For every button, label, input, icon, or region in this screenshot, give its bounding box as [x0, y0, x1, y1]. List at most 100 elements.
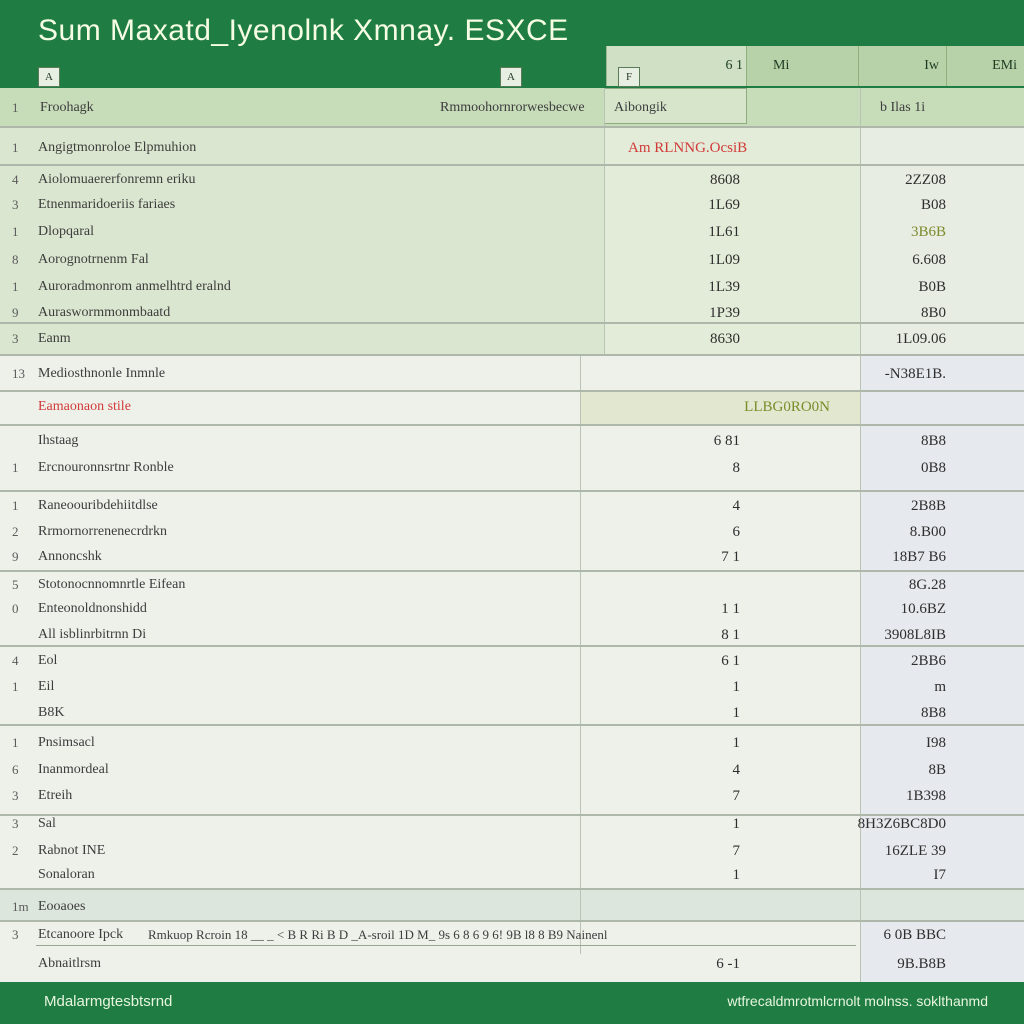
row-value-2[interactable]: 8B8 — [921, 705, 946, 722]
row-number: 0 — [12, 601, 19, 616]
row-value-1[interactable]: Am RLNNG.OcsiB — [628, 140, 747, 157]
row-value-2[interactable]: I98 — [926, 735, 946, 752]
format-box[interactable]: F — [618, 67, 640, 87]
row-label[interactable]: Auroradmonrom anmelhtrd eralnd — [38, 279, 231, 295]
row-long-text[interactable]: Rmkuop Rcroin 18 __ _ < B R Ri B D _A-sr… — [148, 927, 607, 943]
row-value-1[interactable]: 1L39 — [708, 279, 740, 296]
row-label[interactable]: Aiolomuaererfonremn eriku — [38, 172, 195, 188]
row-label[interactable]: Abnaitlrsm — [38, 956, 101, 972]
column-header-iw[interactable]: Iw — [858, 46, 947, 86]
row-value-1[interactable]: 1 — [733, 816, 741, 833]
row-label[interactable]: All isblinrbitrnn Di — [38, 627, 146, 643]
row-label[interactable]: Angigtmonroloe Elpmuhion — [38, 140, 196, 156]
row-value-2[interactable]: B0B — [918, 279, 946, 296]
row-separator — [0, 322, 1024, 324]
row-value-2[interactable]: 0B8 — [921, 460, 946, 477]
row-value-1[interactable]: 6 -1 — [716, 956, 740, 973]
row-value-2[interactable]: 10.6BZ — [901, 601, 946, 618]
row-value-1[interactable]: 1 — [733, 867, 741, 884]
row-value-1[interactable]: 6 81 — [714, 433, 740, 450]
row-value-2[interactable]: 8B0 — [921, 305, 946, 322]
row-value-1[interactable]: 1 — [733, 679, 741, 696]
row-value-2[interactable]: I7 — [934, 867, 947, 884]
filter-box[interactable]: A — [500, 67, 522, 87]
row-value-2[interactable]: 6.608 — [912, 252, 946, 269]
row-value-2[interactable]: 2BB6 — [911, 653, 946, 670]
row-value-1[interactable]: 1L61 — [708, 224, 740, 241]
row-label[interactable]: Enteonoldnonshidd — [38, 601, 147, 617]
row-label[interactable]: Eanm — [38, 331, 71, 347]
row-label[interactable]: Eil — [38, 679, 54, 695]
row-value-2[interactable]: 8H3Z6BC8D0 — [858, 816, 946, 833]
row-label[interactable]: Pnsimsacl — [38, 735, 95, 751]
select-all-box[interactable]: A — [38, 67, 60, 87]
row-label[interactable]: Raneoouribdehiitdlse — [38, 498, 158, 514]
row-value-2[interactable]: 16ZLE 39 — [885, 843, 946, 860]
row-number: 9 — [12, 305, 19, 320]
row-label[interactable]: Dlopqaral — [38, 224, 94, 240]
row-label[interactable]: Rabnot INE — [38, 843, 105, 859]
row-label[interactable]: Annoncshk — [38, 549, 102, 565]
row-value-2[interactable]: 6 0B BBC — [883, 927, 946, 944]
status-right-text: wtfrecaldmrotmlcrnolt molnss. soklthanmd — [727, 993, 988, 1009]
row-label[interactable]: Stotonocnnomnrtle Eifean — [38, 577, 185, 593]
row-value-1[interactable]: 7 1 — [721, 549, 740, 566]
row-value-2[interactable]: 1B398 — [906, 788, 946, 805]
row-label[interactable]: B8K — [38, 705, 64, 721]
column-header-emi[interactable]: EMi — [946, 46, 1024, 86]
row-value-2[interactable]: -N38E1B. — [885, 366, 946, 383]
row-value-1[interactable]: 1 1 — [721, 601, 740, 618]
row-value-1[interactable]: 6 1 — [721, 653, 740, 670]
filter-label: A — [507, 71, 515, 83]
row-value-2[interactable]: 1L09.06 — [896, 331, 946, 348]
row-value-1[interactable]: 1 — [733, 705, 741, 722]
row-label[interactable]: Eamaonaon stile — [38, 399, 131, 415]
row-number: 1 — [12, 498, 19, 513]
row-label[interactable]: Auraswormmonmbaatd — [38, 305, 170, 321]
row-value-1[interactable]: 1L09 — [708, 252, 740, 269]
row-label[interactable]: Etreih — [38, 788, 72, 804]
row-label[interactable]: Etnenmaridoeriis fariaes — [38, 197, 175, 213]
row-value-2[interactable]: 18B7 B6 — [892, 549, 946, 566]
row-value-1[interactable]: 4 — [733, 762, 741, 779]
row-value-2[interactable]: 9B.B8B — [897, 956, 946, 973]
row-value-1[interactable]: 8 — [733, 460, 741, 477]
row-value-1[interactable]: 6 — [733, 524, 741, 541]
row-value-1[interactable]: 1 — [733, 735, 741, 752]
header-row-label: Froohagk — [40, 100, 94, 115]
row-value-1[interactable]: 1P39 — [709, 305, 740, 322]
row-label[interactable]: Mediosthnonle Inmnle — [38, 366, 165, 382]
row-number: 3 — [12, 331, 19, 346]
row-value-2[interactable]: 8B — [928, 762, 946, 779]
row-value-2[interactable]: 3B6B — [911, 224, 946, 241]
row-value-1[interactable]: 1L69 — [708, 197, 740, 214]
row-label[interactable]: Ercnouronnsrtnr Ronble — [38, 460, 174, 476]
row-label[interactable]: Eol — [38, 653, 57, 669]
row-label[interactable]: Rrmornorrenenecrdrkn — [38, 524, 167, 540]
row-label[interactable]: Sonaloran — [38, 867, 95, 883]
row-value-2[interactable]: 2ZZ08 — [905, 172, 946, 189]
row-value-2[interactable]: B08 — [921, 197, 946, 214]
column-header-mi[interactable]: Mi — [746, 46, 859, 86]
row-value-1[interactable]: 8 1 — [721, 627, 740, 644]
row-label[interactable]: Sal — [38, 816, 56, 832]
row-value-2[interactable]: 2B8B — [911, 498, 946, 515]
row-value-2[interactable]: 3908L8IB — [884, 627, 946, 644]
row-value-2[interactable]: 8B8 — [921, 433, 946, 450]
row-label[interactable]: Ihstaag — [38, 433, 78, 449]
row-value-1[interactable]: LLBG0RO0N — [744, 399, 830, 416]
row-label[interactable]: Eooaoes — [38, 899, 85, 915]
row-value-2[interactable]: 8.B00 — [910, 524, 946, 541]
row-value-1[interactable]: 7 — [733, 843, 741, 860]
row-label[interactable]: Aorognotrnenm Fal — [38, 252, 149, 268]
row-label[interactable]: Etcanoore Ipck — [38, 927, 123, 943]
row-value-2[interactable]: 8G.28 — [909, 577, 946, 594]
row-value-1[interactable]: 4 — [733, 498, 741, 515]
row-value-2[interactable]: m — [934, 679, 946, 696]
row-number: 4 — [12, 172, 19, 187]
row-value-1[interactable]: 7 — [733, 788, 741, 805]
header-row-box-label: Aibongik — [614, 100, 667, 115]
row-value-1[interactable]: 8630 — [710, 331, 740, 348]
row-value-1[interactable]: 8608 — [710, 172, 740, 189]
row-label[interactable]: Inanmordeal — [38, 762, 109, 778]
